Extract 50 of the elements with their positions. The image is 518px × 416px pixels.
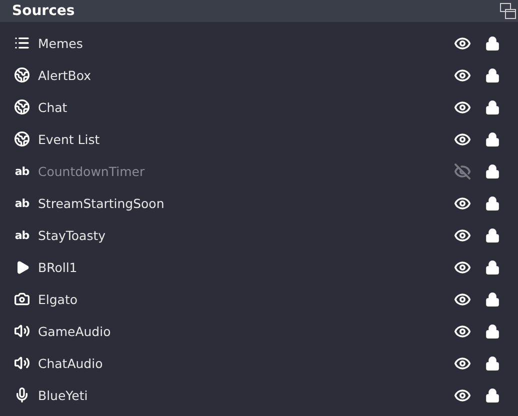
eye-icon[interactable]: [454, 226, 471, 244]
eye-icon[interactable]: [454, 258, 471, 276]
play-icon: [14, 260, 30, 274]
panel-title: Sources: [12, 3, 75, 19]
undock-icon[interactable]: [500, 3, 516, 19]
lock-icon[interactable]: [485, 324, 500, 338]
eye-icon[interactable]: [454, 354, 471, 372]
source-name[interactable]: ChatAudio: [38, 356, 454, 370]
source-name[interactable]: BRoll1: [38, 260, 454, 274]
lock-icon[interactable]: [485, 164, 500, 178]
globe-icon: [14, 99, 30, 115]
lock-icon[interactable]: [485, 388, 500, 402]
lock-icon[interactable]: [485, 292, 500, 306]
eye-icon[interactable]: [454, 386, 471, 404]
microphone-icon: [14, 387, 30, 403]
eye-icon[interactable]: [454, 322, 471, 340]
lock-icon[interactable]: [485, 132, 500, 146]
eye-icon[interactable]: [454, 98, 471, 116]
source-name[interactable]: AlertBox: [38, 68, 454, 82]
globe-icon: [14, 131, 30, 147]
lock-icon[interactable]: [485, 100, 500, 114]
text-icon: ab: [14, 228, 30, 242]
lock-icon[interactable]: [485, 36, 500, 50]
eye-off-icon[interactable]: [454, 162, 471, 180]
list-icon: [14, 35, 30, 51]
lock-icon[interactable]: [485, 196, 500, 210]
text-icon: ab: [14, 164, 30, 178]
speaker-icon: [14, 323, 30, 339]
speaker-icon: [14, 355, 30, 371]
eye-icon[interactable]: [454, 290, 471, 308]
text-icon: ab: [14, 196, 30, 210]
source-name[interactable]: Chat: [38, 100, 454, 114]
camera-icon: [14, 291, 30, 307]
source-name[interactable]: Memes: [38, 36, 454, 50]
globe-icon: [14, 67, 30, 83]
source-name[interactable]: GameAudio: [38, 324, 454, 338]
source-name[interactable]: StreamStartingSoon: [38, 196, 454, 210]
eye-icon[interactable]: [454, 130, 471, 148]
lock-icon[interactable]: [485, 260, 500, 274]
source-name[interactable]: Elgato: [38, 292, 454, 306]
lock-icon[interactable]: [485, 228, 500, 242]
lock-icon[interactable]: [485, 356, 500, 370]
source-name[interactable]: StayToasty: [38, 228, 454, 242]
source-name[interactable]: CountdownTimer: [38, 164, 454, 178]
eye-icon[interactable]: [454, 194, 471, 212]
source-name[interactable]: Event List: [38, 132, 454, 146]
eye-icon[interactable]: [454, 66, 471, 84]
source-name[interactable]: BlueYeti: [38, 388, 454, 402]
lock-icon[interactable]: [485, 68, 500, 82]
eye-icon[interactable]: [454, 34, 471, 52]
